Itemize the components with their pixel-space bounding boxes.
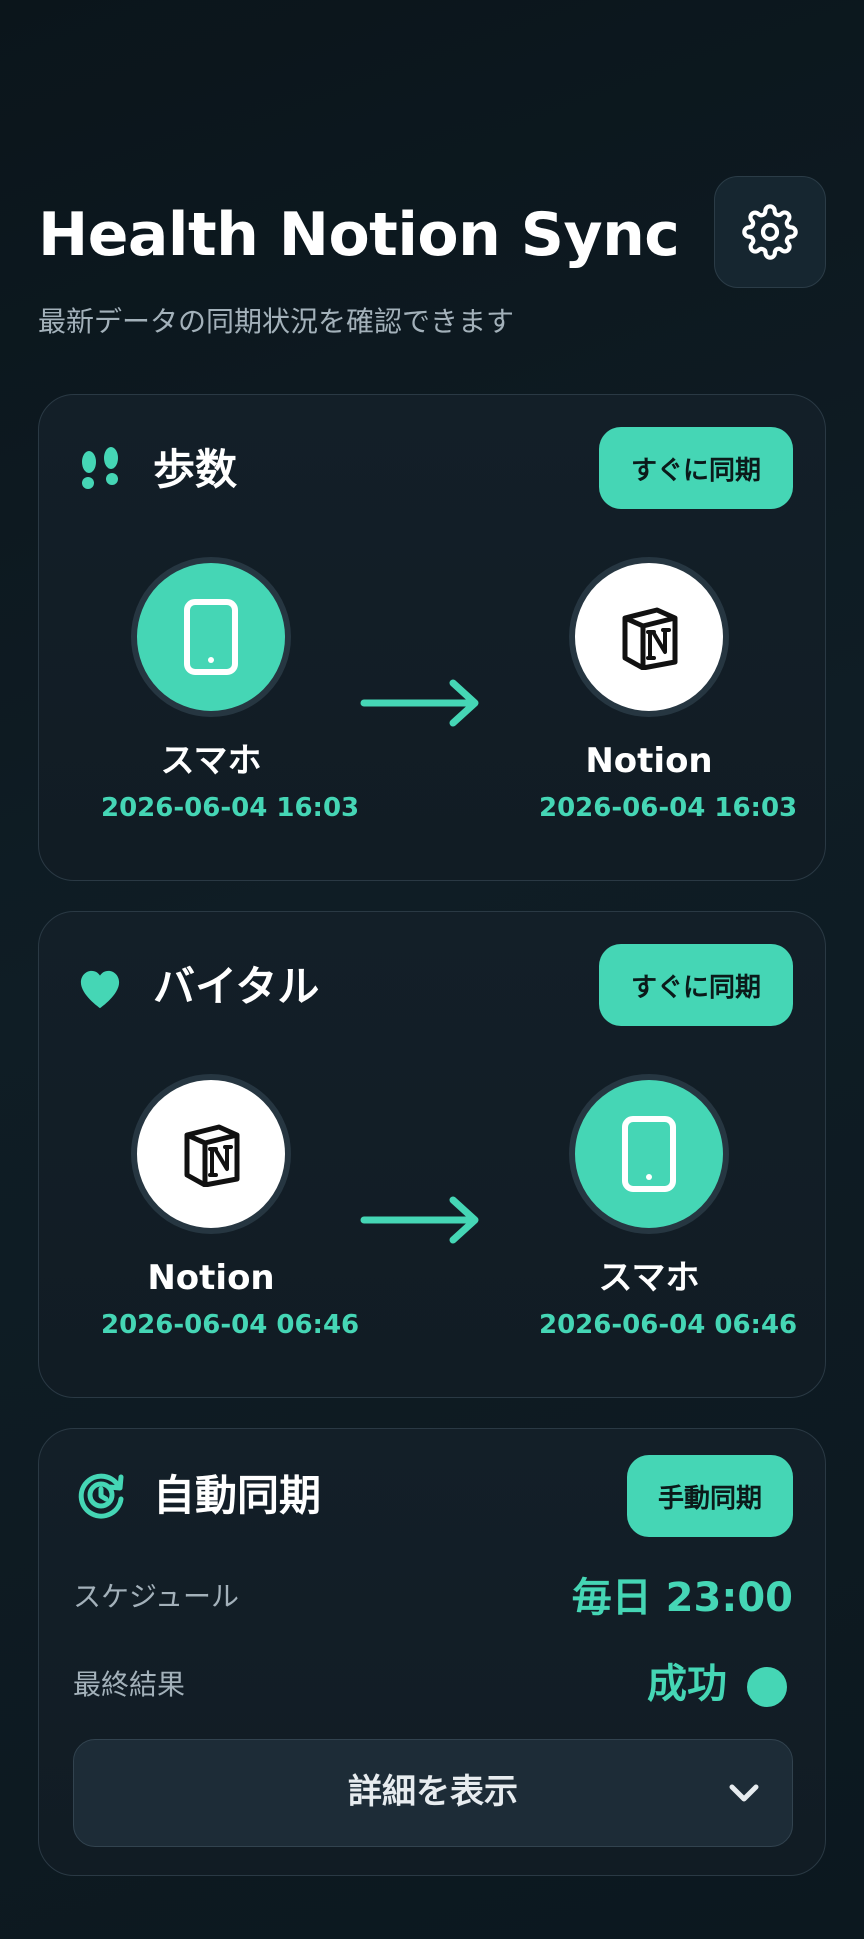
app-subtitle: 最新データの同期状況を確認できます [38,305,515,338]
auto-sync-title: 自動同期 [153,1471,322,1520]
notion-icon [622,607,678,670]
phone-icon [184,599,238,675]
show-details-button[interactable]: 詳細を表示 [73,1739,793,1847]
vital-target-node: スマホ 2026-06-04 06:46 [539,1074,798,1342]
app-title: Health Notion Sync [38,200,680,270]
arrow-right-icon [360,679,479,727]
steps-target-node: Notion 2026-06-04 16:03 [539,557,798,825]
chevron-down-icon [729,1784,759,1802]
heart-icon [75,964,125,1014]
last-result-label: 最終結果 [73,1668,186,1701]
steps-sync-now-button[interactable]: すぐに同期 [599,427,793,509]
schedule-value: 毎日 23:00 [571,1575,793,1621]
schedule-label: スケジュール [73,1580,240,1613]
notion-node-circle [131,1074,291,1234]
notion-icon [184,1124,240,1187]
vital-target-label: スマホ [598,1258,700,1298]
steps-target-label: Notion [585,741,713,781]
vital-source-node: Notion 2026-06-04 06:46 [101,1074,360,1342]
steps-source-time: 2026-06-04 16:03 [101,793,360,823]
manual-sync-button[interactable]: 手動同期 [627,1455,793,1537]
steps-title: 歩数 [153,445,238,494]
status-success-dot [747,1667,787,1707]
app-screen: Health Notion Sync 最新データの同期状況を確認できます 歩数 … [0,0,864,1939]
vital-card: バイタル すぐに同期 Notion 2026-06-04 06:46 スマホ 2… [38,911,826,1398]
sync-clock-icon [75,1469,127,1521]
gear-icon [742,204,798,260]
steps-target-time: 2026-06-04 16:03 [539,793,798,823]
notion-node-circle [569,557,729,717]
auto-sync-card: 自動同期 手動同期 スケジュール 毎日 23:00 最終結果 成功 詳細を表示 [38,1428,826,1876]
arrow-right-icon [360,1196,479,1244]
vital-sync-now-button[interactable]: すぐに同期 [599,944,793,1026]
phone-node-circle [569,1074,729,1234]
vital-title: バイタル [153,962,320,1011]
phone-node-circle [131,557,291,717]
last-result-value: 成功 [647,1661,727,1707]
phone-icon [622,1116,676,1192]
steps-source-label: スマホ [160,741,262,781]
footprints-icon [75,445,125,495]
steps-source-node: スマホ 2026-06-04 16:03 [101,557,360,825]
vital-source-label: Notion [147,1258,275,1298]
vital-source-time: 2026-06-04 06:46 [101,1310,360,1340]
settings-button[interactable] [714,176,826,288]
vital-target-time: 2026-06-04 06:46 [539,1310,798,1340]
show-details-label: 詳細を表示 [348,1772,518,1812]
steps-card: 歩数 すぐに同期 スマホ 2026-06-04 16:03 Notion 202… [38,394,826,881]
